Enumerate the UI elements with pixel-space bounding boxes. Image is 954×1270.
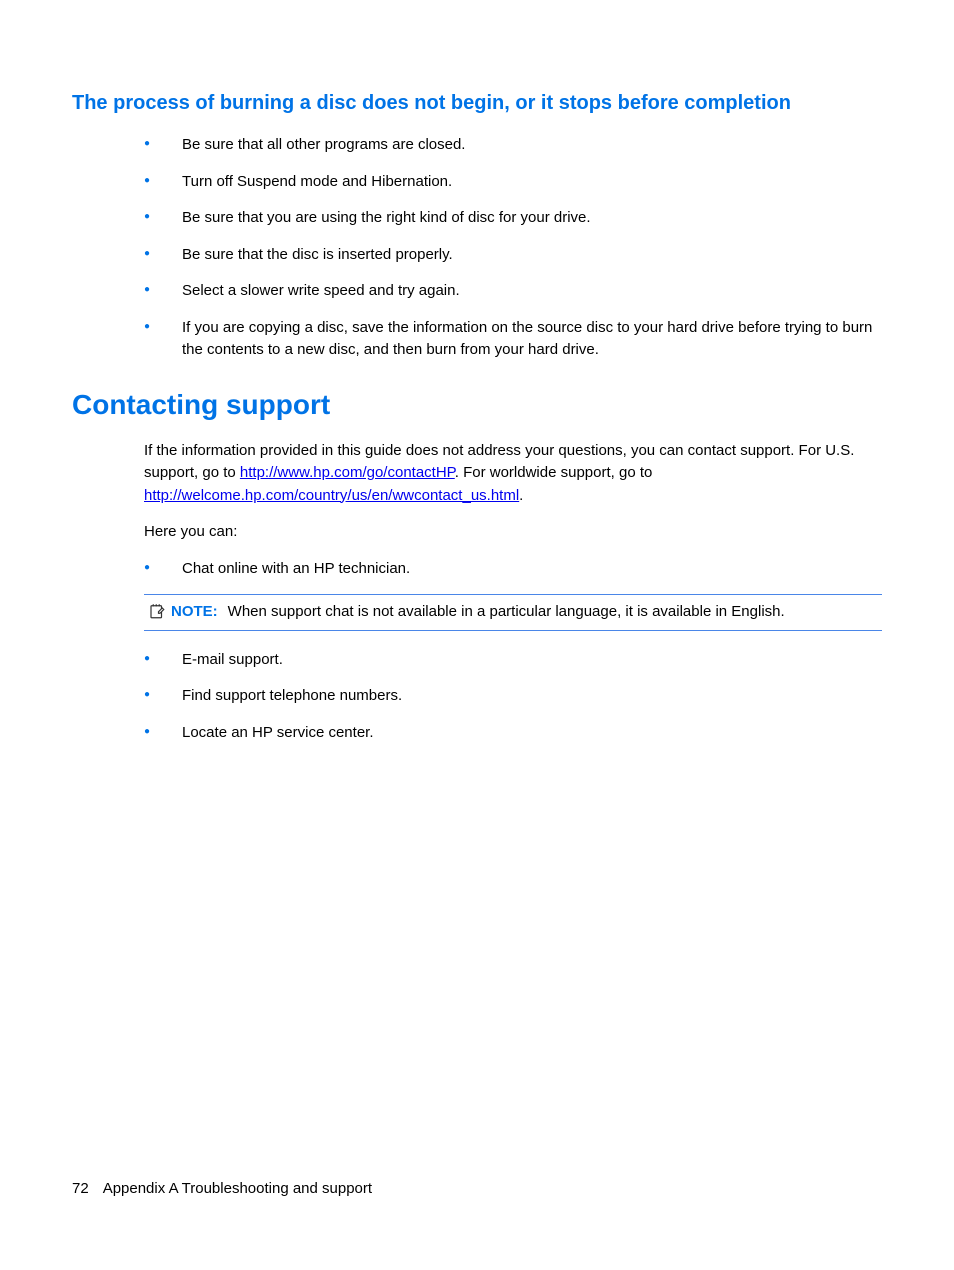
heading-contacting-support: Contacting support — [72, 384, 882, 426]
note-content: NOTE: When support chat is not available … — [171, 601, 878, 624]
note-icon — [148, 602, 166, 620]
text: . For worldwide support, go to — [455, 464, 653, 481]
link-contacthp[interactable]: http://www.hp.com/go/contactHP — [240, 464, 455, 481]
list-item: Turn off Suspend mode and Hibernation. — [144, 171, 882, 194]
list-item: Be sure that all other programs are clos… — [144, 134, 882, 157]
page-number: 72 — [72, 1180, 89, 1197]
note-label: NOTE: — [171, 603, 218, 620]
list-item: Be sure that you are using the right kin… — [144, 207, 882, 230]
list-item: If you are copying a disc, save the info… — [144, 317, 882, 362]
list-item: E-mail support. — [144, 649, 882, 672]
bullet-list-support-2: E-mail support. Find support telephone n… — [144, 649, 882, 745]
list-item: Find support telephone numbers. — [144, 685, 882, 708]
list-item: Be sure that the disc is inserted proper… — [144, 244, 882, 267]
intro-paragraph: If the information provided in this guid… — [144, 440, 882, 508]
list-item: Chat online with an HP technician. — [144, 558, 882, 581]
bullet-list-support-1: Chat online with an HP technician. — [144, 558, 882, 581]
text: . — [519, 487, 523, 504]
note-box: NOTE: When support chat is not available … — [144, 594, 882, 631]
here-you-can: Here you can: — [144, 521, 882, 544]
bullet-list-burning: Be sure that all other programs are clos… — [144, 134, 882, 362]
page-footer: 72 Appendix A Troubleshooting and support — [72, 1178, 372, 1201]
note-text: When support chat is not available in a … — [228, 603, 785, 620]
link-wwcontact[interactable]: http://welcome.hp.com/country/us/en/wwco… — [144, 487, 519, 504]
footer-text: Appendix A Troubleshooting and support — [103, 1180, 372, 1197]
list-item: Select a slower write speed and try agai… — [144, 280, 882, 303]
list-item: Locate an HP service center. — [144, 722, 882, 745]
heading-burning-disc: The process of burning a disc does not b… — [72, 90, 882, 116]
